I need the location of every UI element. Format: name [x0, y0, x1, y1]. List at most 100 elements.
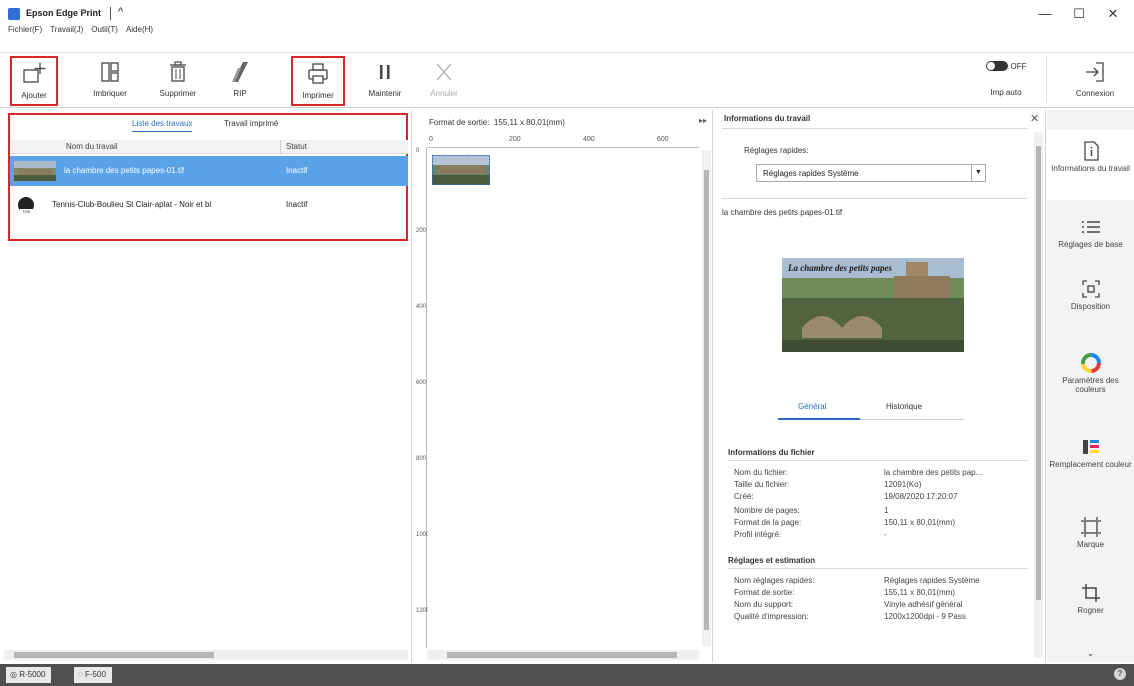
tab-general[interactable]: Général [798, 402, 826, 411]
connect-label: Connexion [1075, 89, 1115, 98]
print-label: Imprimer [302, 91, 334, 100]
nav-label: Disposition [1070, 302, 1111, 311]
cancel-button[interactable]: Annuler [422, 56, 466, 106]
file-info-key: Créé: [734, 492, 754, 501]
print-canvas[interactable] [428, 149, 699, 646]
canvas-job-image[interactable] [432, 155, 490, 185]
print-button[interactable]: Imprimer [291, 56, 345, 106]
scrollbar-thumb[interactable] [14, 652, 214, 658]
title-separator [110, 7, 111, 20]
nav-label: Rogner [1077, 606, 1104, 615]
quick-settings-select[interactable]: Réglages rapides Système ▼ [756, 164, 986, 182]
menu-travail[interactable]: Travail(J) [50, 25, 83, 34]
column-divider[interactable] [280, 140, 281, 154]
ruler-top: 0 200 400 600 [427, 136, 699, 148]
settings-value: Réglages rapides Système [884, 576, 980, 585]
settings-key: Format de sortie: [734, 588, 795, 597]
file-info-heading: Informations du fichier [728, 448, 815, 457]
nest-button[interactable]: Imbriquer [84, 56, 136, 106]
nav-color-replace[interactable]: Remplacement couleur [1047, 434, 1134, 469]
printer-check-icon: ◎ [10, 670, 17, 679]
ruler-tick: 800 [416, 456, 427, 462]
menu-fichier[interactable]: Fichier(F) [8, 25, 42, 34]
column-status[interactable]: Statut [286, 142, 307, 151]
delete-label: Supprimer [159, 89, 197, 98]
ruler-tick: 400 [583, 136, 595, 143]
scrollbar-thumb[interactable] [1036, 146, 1041, 600]
rip-button[interactable]: RIP [222, 56, 258, 106]
help-icon[interactable]: ? [1114, 668, 1126, 680]
scrollbar-thumb[interactable] [704, 170, 709, 630]
divider [722, 128, 1028, 129]
nav-label: Paramètres des couleurs [1062, 376, 1119, 394]
table-row[interactable]: la chambre des petits papes-01.tif Inact… [10, 156, 408, 186]
output-format-label: Format de sortie: [429, 118, 490, 127]
nav-basic-settings[interactable]: Réglages de base [1047, 214, 1134, 249]
nav-crop[interactable]: Rogner [1047, 580, 1134, 615]
table-row[interactable]: TCB Tennis-Club-Boulieu St Clair-aplat -… [10, 190, 408, 220]
job-info-panel: Informations du travail ✕ Réglages rapid… [714, 110, 1046, 662]
collapse-ribbon-icon[interactable]: ^ [118, 6, 123, 18]
close-button[interactable]: ✕ [1098, 4, 1128, 24]
file-info-value: 12091(Ko) [884, 480, 922, 489]
job-list-panel: Liste des travaux Travail imprimé Nom du… [0, 110, 412, 662]
nav-job-info[interactable]: Informations du travail [1047, 130, 1134, 200]
settings-value: Vinyle adhésif général [884, 600, 963, 609]
minimize-button[interactable]: — [1030, 4, 1060, 24]
ruler-tick: 0 [429, 136, 433, 143]
layout-icon [1047, 276, 1134, 302]
job-list-scrollbar[interactable] [4, 650, 408, 660]
app-logo-icon [8, 8, 20, 20]
connect-button[interactable]: Connexion [1064, 56, 1126, 106]
printer-icon [293, 58, 343, 90]
add-file-icon [12, 58, 56, 90]
auto-print-toggle[interactable]: OFF [976, 61, 1036, 71]
settings-heading: Réglages et estimation [728, 556, 816, 565]
file-info-value: 19/08/2020 17:20:07 [884, 492, 958, 501]
rip-icon [222, 56, 258, 88]
tab-history[interactable]: Historique [886, 402, 922, 411]
ruler-left: 0 200 400 600 800 1000 1200 [415, 148, 429, 648]
hold-button[interactable]: Maintenir [362, 56, 408, 106]
color-wheel-icon [1047, 350, 1134, 376]
job-table-header: Nom du travail Statut [10, 140, 408, 154]
ruler-tick: 600 [657, 136, 669, 143]
job-status: Inactif [286, 200, 308, 209]
selected-file-name: la chambre des petits papes-01.tif [722, 208, 843, 217]
nav-label: Réglages de base [1058, 240, 1123, 249]
preview-horizontal-scrollbar[interactable] [427, 650, 699, 660]
nest-label: Imbriquer [93, 89, 127, 98]
delete-button[interactable]: Supprimer [150, 56, 206, 106]
nav-more-button[interactable]: ⌄ [1047, 648, 1134, 659]
job-name: Tennis-Club-Boulieu St Clair-aplat - Noi… [52, 200, 212, 209]
close-panel-icon[interactable]: ✕ [1030, 112, 1039, 125]
output-format-value: 155,11 x 80,01(mm) [493, 118, 565, 127]
mark-icon [1047, 514, 1134, 540]
file-info-value: - [884, 530, 887, 539]
preview-vertical-scrollbar[interactable] [702, 150, 711, 646]
expand-panel-icon[interactable]: ▸▸ [699, 116, 707, 125]
add-label: Ajouter [21, 91, 47, 100]
toggle-switch-icon[interactable] [985, 61, 1008, 71]
toolbar-separator [1046, 56, 1047, 102]
menu-aide[interactable]: Aide(H) [126, 25, 153, 34]
maximize-button[interactable]: ☐ [1064, 4, 1094, 24]
nav-mark[interactable]: Marque [1047, 514, 1134, 549]
nest-icon [84, 56, 136, 88]
trash-icon [150, 56, 206, 88]
panel-title: Informations du travail [724, 114, 811, 123]
dropdown-arrow-icon[interactable]: ▼ [971, 165, 985, 181]
nav-color-settings[interactable]: Paramètres des couleurs [1047, 350, 1134, 394]
column-job-name[interactable]: Nom du travail [66, 142, 118, 151]
printer-tab-f500[interactable]: ◌ F-500 [74, 667, 112, 683]
scrollbar-thumb[interactable] [447, 652, 677, 658]
toggle-state: OFF [1010, 61, 1027, 71]
printer-tab-r5000[interactable]: ◎ R-5000 [6, 667, 52, 683]
crop-icon [1047, 580, 1134, 606]
menu-outil[interactable]: Outil(T) [91, 25, 118, 34]
nav-layout[interactable]: Disposition [1047, 276, 1134, 311]
info-panel-scrollbar[interactable] [1034, 132, 1043, 658]
add-button[interactable]: Ajouter [10, 56, 58, 106]
divider [728, 568, 1028, 569]
settings-key: Nom réglages rapides: [734, 576, 815, 585]
